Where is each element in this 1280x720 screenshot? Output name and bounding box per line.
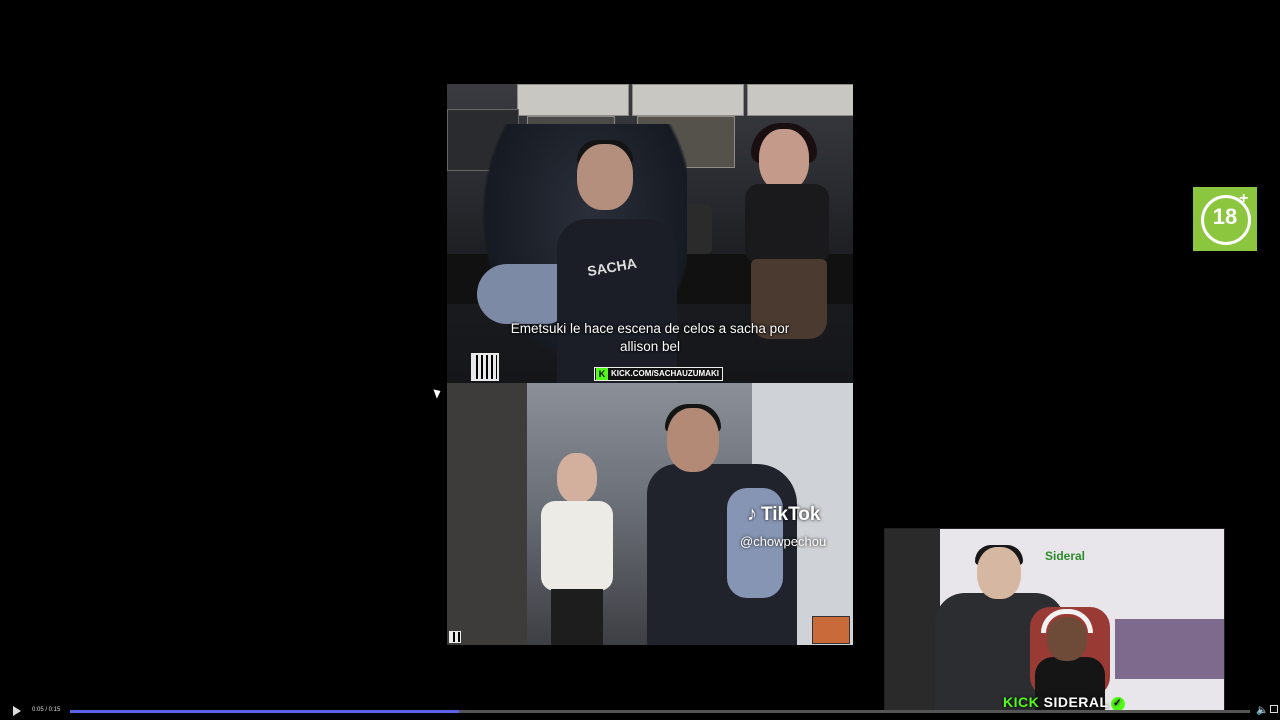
video-subtitle: Emetsuki le hace escena de celos a sacha… (447, 320, 853, 356)
kitchen-cabinet (747, 84, 853, 116)
qr-code-icon (449, 631, 461, 643)
sweater (541, 501, 613, 591)
seek-bar[interactable] (70, 710, 1250, 713)
kitchen-cabinet (632, 84, 744, 116)
fullscreen-icon[interactable] (1270, 705, 1278, 713)
kick-url-label: KICK.COM/SACHAUZUMAKI (594, 367, 723, 381)
head (557, 453, 597, 503)
woman-in-white (537, 449, 617, 645)
volume-icon[interactable]: 🔈 (1256, 705, 1268, 716)
dark-doorway (885, 529, 940, 710)
age-rating-plus: + (1239, 190, 1249, 207)
bed (1115, 619, 1224, 679)
age-rating-badge: 18 + (1193, 187, 1257, 251)
hoodie-print: SACHA (585, 254, 638, 280)
mouse-cursor-icon (433, 387, 443, 399)
headphones-icon (1041, 609, 1093, 633)
hoodie: SACHA (557, 219, 677, 383)
kitchen-cabinet (517, 84, 629, 116)
top (745, 184, 829, 264)
head (977, 547, 1021, 599)
qr-code-icon (471, 353, 499, 381)
tiktok-watermark: ♪ TikTok (747, 503, 820, 526)
tiktok-icon: ♪ (747, 503, 757, 525)
tiktok-handle: @chowpechou (740, 534, 827, 549)
play-button[interactable] (13, 706, 21, 716)
seek-progress (70, 710, 460, 713)
pants (551, 589, 603, 645)
subtitle-line-2: allison bel (619, 339, 681, 354)
head (759, 129, 809, 191)
thumbnail-image (812, 616, 850, 644)
player-controls: 0:05 / 0:15 🔈 (0, 700, 1280, 720)
time-display: 0:05 / 0:15 (32, 707, 61, 713)
video-top-panel: SACHA Emetsuki le hace escena de celos a… (447, 84, 853, 383)
subtitle-line-1: Emetsuki le hace escena de celos a sacha… (510, 321, 790, 336)
webcam-overlay: Sideral KICK SIDERAL ✓ (884, 528, 1225, 711)
head (667, 408, 719, 472)
hoodie-sleeve (477, 264, 567, 324)
video-bottom-panel: ♪ TikTok @chowpechou (447, 383, 853, 645)
head (577, 144, 633, 210)
main-video[interactable]: SACHA Emetsuki le hace escena de celos a… (447, 84, 853, 645)
dark-wall (447, 383, 527, 645)
tiktok-label: TikTok (761, 504, 821, 525)
man-in-hoodie-back (637, 404, 797, 645)
